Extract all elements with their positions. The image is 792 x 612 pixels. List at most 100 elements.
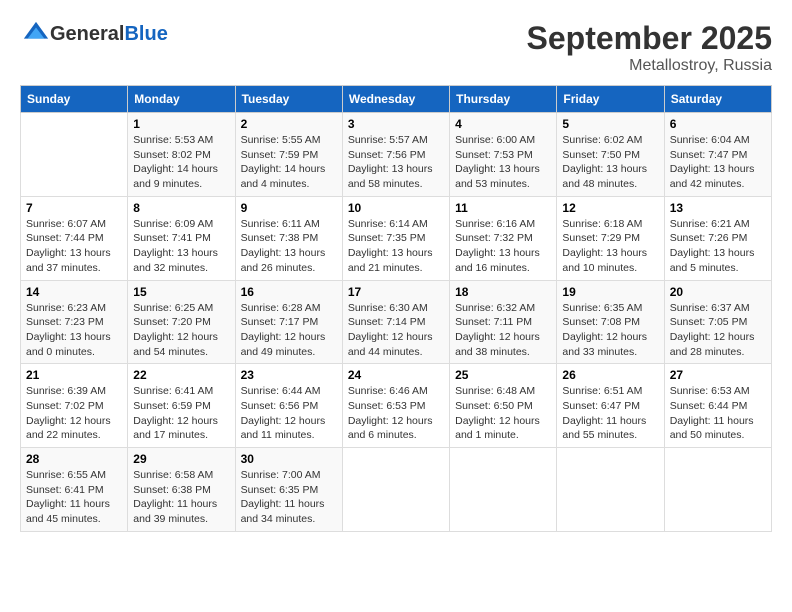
calendar-cell: 23 Sunrise: 6:44 AM Sunset: 6:56 PM Dayli… (235, 364, 342, 448)
column-header-wednesday: Wednesday (342, 86, 449, 113)
day-number: 22 (133, 368, 229, 382)
calendar-header-row: SundayMondayTuesdayWednesdayThursdayFrid… (21, 86, 772, 113)
day-number: 14 (26, 285, 122, 299)
day-number: 6 (670, 117, 766, 131)
day-info: Sunrise: 6:32 AM Sunset: 7:11 PM Dayligh… (455, 301, 551, 360)
day-info: Sunrise: 6:18 AM Sunset: 7:29 PM Dayligh… (562, 217, 658, 276)
calendar-cell: 10 Sunrise: 6:14 AM Sunset: 7:35 PM Dayli… (342, 196, 449, 280)
calendar-cell: 14Sunrise: 6:23 AM Sunset: 7:23 PM Dayli… (21, 280, 128, 364)
calendar-cell: 7 Sunrise: 6:07 AM Sunset: 7:44 PM Daylig… (21, 196, 128, 280)
calendar-week-row: 14Sunrise: 6:23 AM Sunset: 7:23 PM Dayli… (21, 280, 772, 364)
calendar-cell: 2 Sunrise: 5:55 AM Sunset: 7:59 PM Daylig… (235, 113, 342, 197)
calendar-cell: 18 Sunrise: 6:32 AM Sunset: 7:11 PM Dayli… (450, 280, 557, 364)
calendar-cell: 9 Sunrise: 6:11 AM Sunset: 7:38 PM Daylig… (235, 196, 342, 280)
logo-text: GeneralBlue (50, 23, 168, 46)
calendar-cell: 22 Sunrise: 6:41 AM Sunset: 6:59 PM Dayli… (128, 364, 235, 448)
day-number: 16 (241, 285, 337, 299)
day-info: Sunrise: 6:14 AM Sunset: 7:35 PM Dayligh… (348, 217, 444, 276)
day-info: Sunrise: 6:11 AM Sunset: 7:38 PM Dayligh… (241, 217, 337, 276)
day-info: Sunrise: 5:53 AM Sunset: 8:02 PM Dayligh… (133, 133, 229, 192)
day-number: 19 (562, 285, 658, 299)
day-info: Sunrise: 6:04 AM Sunset: 7:47 PM Dayligh… (670, 133, 766, 192)
day-number: 17 (348, 285, 444, 299)
day-number: 1 (133, 117, 229, 131)
calendar-cell (21, 113, 128, 197)
day-info: Sunrise: 6:58 AM Sunset: 6:38 PM Dayligh… (133, 468, 229, 527)
day-number: 21 (26, 368, 122, 382)
calendar-title: September 2025 (527, 20, 772, 57)
day-number: 15 (133, 285, 229, 299)
calendar-cell (557, 448, 664, 532)
calendar-cell: 11 Sunrise: 6:16 AM Sunset: 7:32 PM Dayli… (450, 196, 557, 280)
day-number: 23 (241, 368, 337, 382)
day-info: Sunrise: 6:46 AM Sunset: 6:53 PM Dayligh… (348, 384, 444, 443)
day-number: 5 (562, 117, 658, 131)
day-info: Sunrise: 6:35 AM Sunset: 7:08 PM Dayligh… (562, 301, 658, 360)
day-number: 26 (562, 368, 658, 382)
day-number: 2 (241, 117, 337, 131)
day-number: 25 (455, 368, 551, 382)
day-number: 27 (670, 368, 766, 382)
calendar-week-row: 28Sunrise: 6:55 AM Sunset: 6:41 PM Dayli… (21, 448, 772, 532)
day-number: 7 (26, 201, 122, 215)
calendar-cell (664, 448, 771, 532)
day-number: 18 (455, 285, 551, 299)
calendar-cell: 29Sunrise: 6:58 AM Sunset: 6:38 PM Dayli… (128, 448, 235, 532)
day-info: Sunrise: 6:48 AM Sunset: 6:50 PM Dayligh… (455, 384, 551, 443)
day-info: Sunrise: 6:55 AM Sunset: 6:41 PM Dayligh… (26, 468, 122, 527)
day-info: Sunrise: 6:16 AM Sunset: 7:32 PM Dayligh… (455, 217, 551, 276)
calendar-cell: 3Sunrise: 5:57 AM Sunset: 7:56 PM Daylig… (342, 113, 449, 197)
column-header-tuesday: Tuesday (235, 86, 342, 113)
day-number: 20 (670, 285, 766, 299)
day-info: Sunrise: 6:39 AM Sunset: 7:02 PM Dayligh… (26, 384, 122, 443)
calendar-location: Metallostroy, Russia (527, 57, 772, 75)
logo: GeneralBlue (20, 20, 168, 48)
day-info: Sunrise: 6:41 AM Sunset: 6:59 PM Dayligh… (133, 384, 229, 443)
calendar-week-row: 21 Sunrise: 6:39 AM Sunset: 7:02 PM Dayli… (21, 364, 772, 448)
day-info: Sunrise: 6:44 AM Sunset: 6:56 PM Dayligh… (241, 384, 337, 443)
column-header-friday: Friday (557, 86, 664, 113)
day-info: Sunrise: 5:55 AM Sunset: 7:59 PM Dayligh… (241, 133, 337, 192)
day-info: Sunrise: 6:09 AM Sunset: 7:41 PM Dayligh… (133, 217, 229, 276)
page-header: GeneralBlue September 2025 Metallostroy,… (20, 20, 772, 75)
calendar-cell: 16 Sunrise: 6:28 AM Sunset: 7:17 PM Dayli… (235, 280, 342, 364)
calendar-cell: 24 Sunrise: 6:46 AM Sunset: 6:53 PM Dayli… (342, 364, 449, 448)
day-number: 8 (133, 201, 229, 215)
logo-icon (22, 20, 50, 48)
calendar-cell: 6 Sunrise: 6:04 AM Sunset: 7:47 PM Daylig… (664, 113, 771, 197)
day-info: Sunrise: 6:21 AM Sunset: 7:26 PM Dayligh… (670, 217, 766, 276)
day-number: 24 (348, 368, 444, 382)
calendar-cell: 5 Sunrise: 6:02 AM Sunset: 7:50 PM Daylig… (557, 113, 664, 197)
day-info: Sunrise: 6:07 AM Sunset: 7:44 PM Dayligh… (26, 217, 122, 276)
calendar-cell: 25 Sunrise: 6:48 AM Sunset: 6:50 PM Dayli… (450, 364, 557, 448)
day-info: Sunrise: 6:53 AM Sunset: 6:44 PM Dayligh… (670, 384, 766, 443)
calendar-cell: 4Sunrise: 6:00 AM Sunset: 7:53 PM Daylig… (450, 113, 557, 197)
calendar-cell (342, 448, 449, 532)
calendar-cell: 26Sunrise: 6:51 AM Sunset: 6:47 PM Dayli… (557, 364, 664, 448)
calendar-cell: 8 Sunrise: 6:09 AM Sunset: 7:41 PM Daylig… (128, 196, 235, 280)
calendar-cell: 20Sunrise: 6:37 AM Sunset: 7:05 PM Dayli… (664, 280, 771, 364)
calendar-cell: 17 Sunrise: 6:30 AM Sunset: 7:14 PM Dayli… (342, 280, 449, 364)
day-number: 12 (562, 201, 658, 215)
calendar-cell: 21 Sunrise: 6:39 AM Sunset: 7:02 PM Dayli… (21, 364, 128, 448)
day-number: 9 (241, 201, 337, 215)
day-number: 11 (455, 201, 551, 215)
column-header-saturday: Saturday (664, 86, 771, 113)
calendar-cell: 13 Sunrise: 6:21 AM Sunset: 7:26 PM Dayli… (664, 196, 771, 280)
calendar-week-row: 7 Sunrise: 6:07 AM Sunset: 7:44 PM Daylig… (21, 196, 772, 280)
day-info: Sunrise: 6:02 AM Sunset: 7:50 PM Dayligh… (562, 133, 658, 192)
calendar-week-row: 1 Sunrise: 5:53 AM Sunset: 8:02 PM Daylig… (21, 113, 772, 197)
day-info: Sunrise: 6:28 AM Sunset: 7:17 PM Dayligh… (241, 301, 337, 360)
calendar-cell: 1 Sunrise: 5:53 AM Sunset: 8:02 PM Daylig… (128, 113, 235, 197)
day-number: 3 (348, 117, 444, 131)
calendar-cell: 28Sunrise: 6:55 AM Sunset: 6:41 PM Dayli… (21, 448, 128, 532)
calendar-cell: 19 Sunrise: 6:35 AM Sunset: 7:08 PM Dayli… (557, 280, 664, 364)
day-number: 10 (348, 201, 444, 215)
column-header-thursday: Thursday (450, 86, 557, 113)
day-info: Sunrise: 6:30 AM Sunset: 7:14 PM Dayligh… (348, 301, 444, 360)
day-info: Sunrise: 6:00 AM Sunset: 7:53 PM Dayligh… (455, 133, 551, 192)
day-number: 13 (670, 201, 766, 215)
calendar-cell: 30Sunrise: 7:00 AM Sunset: 6:35 PM Dayli… (235, 448, 342, 532)
calendar-cell (450, 448, 557, 532)
calendar-cell: 15Sunrise: 6:25 AM Sunset: 7:20 PM Dayli… (128, 280, 235, 364)
